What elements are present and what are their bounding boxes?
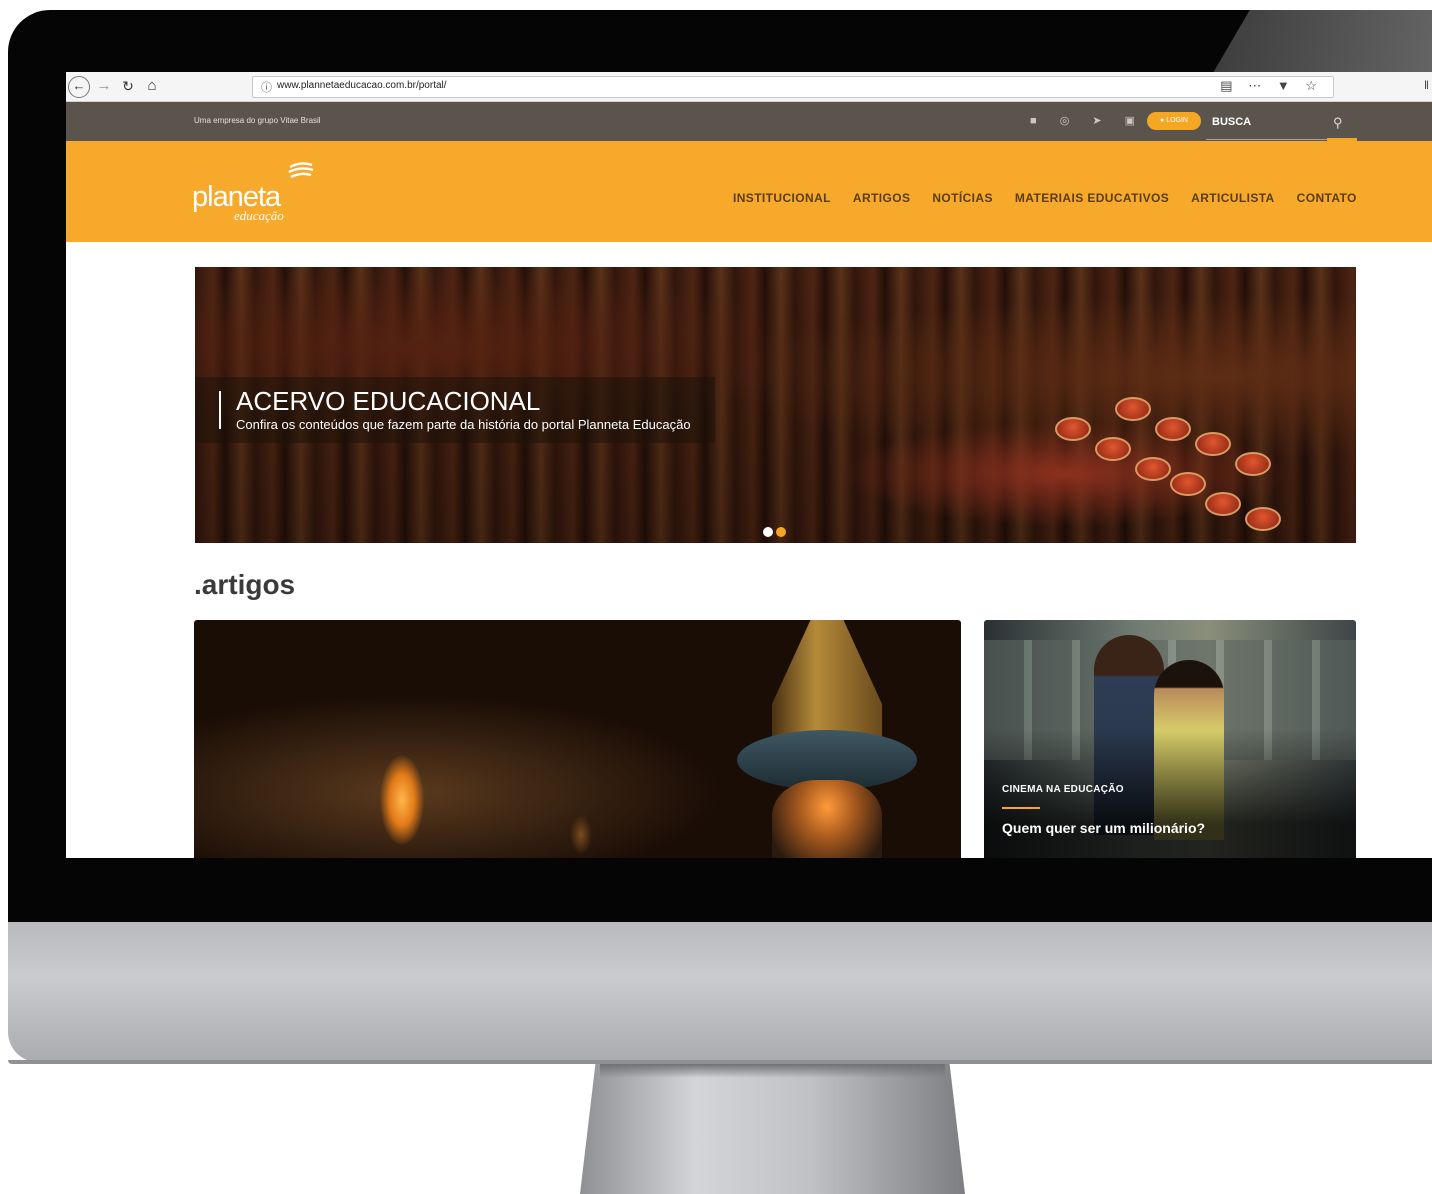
menu-item-noticias[interactable]: NOTÍCIAS xyxy=(932,191,993,205)
banner-title: ACERVO EDUCACIONAL xyxy=(236,386,541,416)
home-icon[interactable]: ⌂ xyxy=(144,76,160,96)
caption-accent-bar xyxy=(219,391,221,429)
linkedin-icon[interactable]: ▣ xyxy=(1125,115,1145,127)
main-menu: INSTITUCIONAL ARTIGOS NOTÍCIAS MATERIAIS… xyxy=(733,191,1357,205)
menu-item-contato[interactable]: CONTATO xyxy=(1297,191,1357,205)
search-icon[interactable]: ⚲ xyxy=(1333,115,1343,131)
slider-dot-2[interactable] xyxy=(776,527,786,537)
site-header: planeta educação INSTITUCIONAL ARTIGOS N… xyxy=(66,141,1432,242)
bulb-glow xyxy=(380,755,424,845)
tagline: Uma empresa do grupo Vitae Brasil xyxy=(194,116,321,125)
url-text[interactable]: www.plannetaeducacao.com.br/portal/ xyxy=(277,80,447,91)
article-card-featured[interactable] xyxy=(194,620,961,858)
reader-view-icon[interactable]: ▤ xyxy=(1220,78,1238,93)
logo-swirl-icon xyxy=(288,162,314,179)
card-category-underline xyxy=(1002,807,1040,809)
section-title: .artigos xyxy=(194,569,296,600)
card-category[interactable]: CINEMA NA EDUCAÇÃO xyxy=(1002,784,1124,795)
monitor-stand xyxy=(580,1064,965,1194)
library-icon[interactable]: ‖ xyxy=(1424,78,1429,92)
bookmark-star-icon[interactable]: ☆ xyxy=(1305,78,1323,93)
banner-subtitle: Confira os conteúdos que fazem parte da … xyxy=(236,417,691,432)
instagram-icon[interactable]: ◎ xyxy=(1060,115,1080,127)
menu-item-materiais-educativos[interactable]: MATERIAIS EDUCATIVOS xyxy=(1015,191,1169,205)
screen: ← → ↻ ⌂ ⓘ www.plannetaeducacao.com.br/po… xyxy=(66,72,1432,858)
pocket-icon[interactable]: ▼ xyxy=(1277,78,1296,93)
browser-toolbar: ← → ↻ ⌂ ⓘ www.plannetaeducacao.com.br/po… xyxy=(66,72,1432,102)
hero-banner[interactable]: ACERVO EDUCACIONAL Confira os conteúdos … xyxy=(195,267,1356,543)
menu-item-artigos[interactable]: ARTIGOS xyxy=(853,191,910,205)
url-bar[interactable]: ⓘ www.plannetaeducacao.com.br/portal/ ▤ … xyxy=(252,76,1334,98)
slider-dot-1[interactable] xyxy=(763,527,773,537)
banner-caption: ACERVO EDUCACIONAL Confira os conteúdos … xyxy=(195,377,715,443)
card-title[interactable]: Quem quer ser um milionário? xyxy=(1002,820,1205,836)
twitter-icon[interactable]: ➤ xyxy=(1092,115,1111,127)
bulb-glow-secondary xyxy=(570,815,592,855)
info-icon[interactable]: ⓘ xyxy=(261,79,272,95)
login-button[interactable]: ● LOGIN xyxy=(1147,112,1201,130)
article-card[interactable]: CINEMA NA EDUCAÇÃO Quem quer ser um mili… xyxy=(984,620,1356,858)
reload-icon[interactable]: ↻ xyxy=(120,76,136,96)
slider-dots xyxy=(763,527,786,537)
menu-item-institucional[interactable]: INSTITUCIONAL xyxy=(733,191,831,205)
search-input[interactable]: BUSCA xyxy=(1212,116,1251,128)
url-actions: ▤ ⋯ ▼ ☆ xyxy=(1220,78,1323,94)
lamp-bulb xyxy=(772,780,882,858)
forward-icon[interactable]: → xyxy=(96,76,112,96)
monitor-chin xyxy=(8,922,1432,1062)
facebook-icon[interactable]: ■ xyxy=(1030,115,1047,127)
site-topbar: Uma empresa do grupo Vitae Brasil ■ ◎ ➤ … xyxy=(66,102,1432,141)
menu-item-articulista[interactable]: ARTICULISTA xyxy=(1191,191,1275,205)
user-icon: ● xyxy=(1160,117,1165,124)
back-icon[interactable]: ← xyxy=(68,76,90,98)
site-logo-subtitle: educação xyxy=(234,208,284,223)
login-label: LOGIN xyxy=(1166,117,1188,124)
stand-shadow xyxy=(600,1064,945,1078)
more-actions-icon[interactable]: ⋯ xyxy=(1248,78,1267,93)
